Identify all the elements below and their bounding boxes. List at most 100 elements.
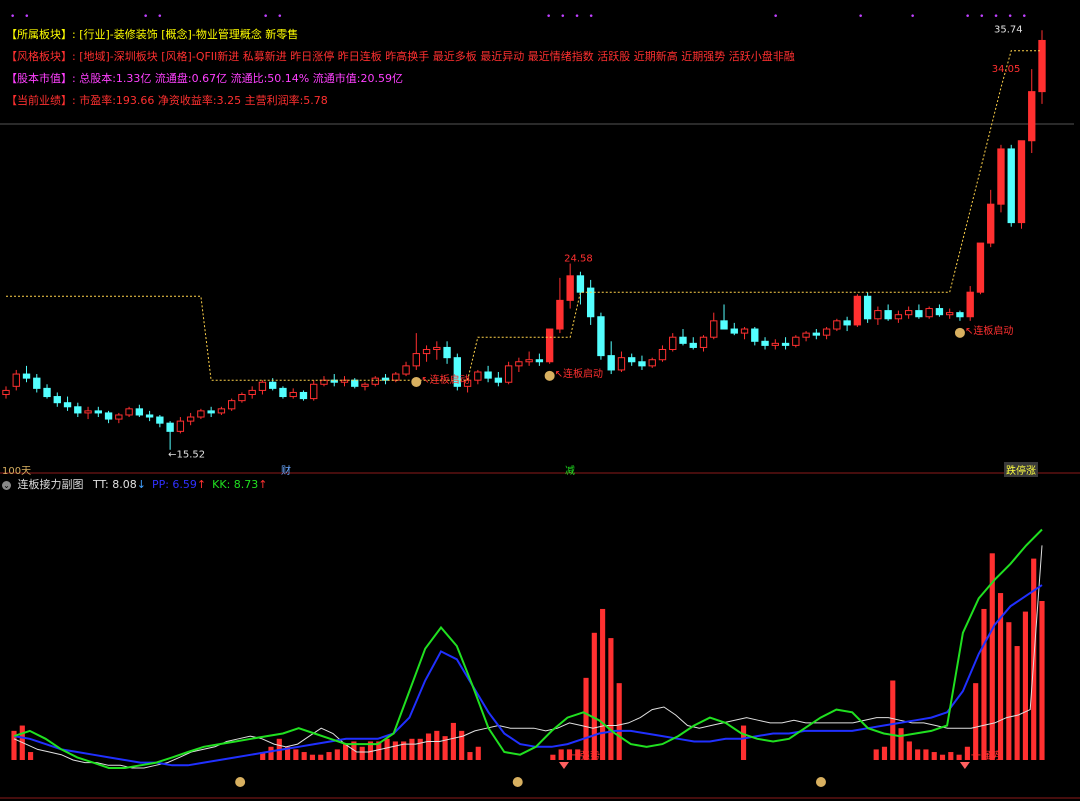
sub-bar	[1006, 622, 1012, 760]
candle-body	[135, 408, 144, 416]
candle-body	[607, 355, 615, 371]
candle-body	[966, 291, 974, 318]
candle-body	[494, 377, 503, 383]
sub-chart-title[interactable]: 连板接力副图	[18, 478, 84, 491]
candle-body	[699, 336, 708, 348]
candle-body	[269, 381, 277, 389]
candle-body	[802, 332, 810, 338]
info-row-label: 【所属板块】:	[6, 28, 76, 41]
sub-bar	[417, 738, 423, 760]
candle-body	[371, 377, 379, 385]
sub-signal-label: 一强势	[971, 749, 1001, 762]
sub-high-price-label: 34.05	[992, 64, 1021, 75]
candle-body	[1007, 148, 1015, 224]
candle-body	[94, 410, 102, 414]
candle-body	[289, 391, 297, 398]
candle-body	[22, 373, 31, 379]
candle-body	[238, 394, 246, 402]
candle-body	[279, 387, 287, 398]
sub-bar	[409, 738, 415, 760]
candle-body	[402, 365, 410, 375]
candle-body	[997, 148, 1005, 205]
info-row-value: 市盈率:193.66 净资收益率:3.25 主营利润率:5.78	[75, 94, 328, 107]
sub-bar	[931, 752, 937, 760]
sub-bar	[268, 746, 274, 760]
candle-body	[166, 422, 174, 432]
sub-bar	[343, 744, 349, 760]
sub-bar	[392, 741, 398, 760]
candle-body	[186, 416, 195, 422]
candle-body	[197, 410, 205, 418]
candle-body	[53, 396, 61, 404]
sub-bar	[981, 608, 987, 760]
candle-body	[504, 365, 513, 383]
collapse-icon[interactable]: ⌄	[2, 481, 11, 490]
candle-body	[104, 412, 113, 420]
money-bag-icon	[411, 376, 422, 387]
candle-body	[299, 391, 308, 400]
candle-body	[535, 359, 544, 363]
candle-body	[556, 299, 564, 330]
sub-bar	[890, 680, 896, 760]
candle-body	[33, 377, 41, 389]
candle-body	[628, 357, 636, 363]
candle-body	[822, 328, 831, 336]
sub-bar	[459, 730, 465, 760]
sub-bar	[326, 752, 332, 760]
candle-body	[43, 387, 51, 398]
candle-body	[720, 320, 728, 330]
candle-body	[217, 408, 226, 414]
candle-body	[648, 359, 656, 367]
high-price-label: 35.74	[994, 24, 1023, 35]
indicator-value: KK: 8.73↑	[212, 478, 268, 491]
sub-bar	[898, 728, 904, 760]
info-row: 【所属板块】: [行业]-装修装饰 [概念]-物业管理概念 新零售	[6, 26, 298, 42]
dot-marker-4: • • • •	[546, 12, 597, 22]
candle-body	[176, 420, 185, 432]
candle-body	[792, 336, 800, 346]
candle-body	[248, 389, 256, 396]
candle-body	[422, 348, 431, 355]
sub-bar	[973, 683, 979, 760]
signal-label: ↖连板启动	[965, 324, 1013, 337]
candle-body	[115, 414, 123, 420]
candle-body	[515, 361, 523, 367]
sub-bar	[434, 730, 440, 760]
candle-body	[884, 310, 892, 320]
sub-bar	[964, 746, 970, 760]
sub-bar	[600, 608, 606, 760]
candle-body	[761, 340, 769, 346]
info-row: 【风格板块】: [地域]-深圳板块 [风格]-QFII新进 私募新进 昨日涨停 …	[6, 48, 795, 64]
sub-bar	[450, 722, 456, 760]
candle-body	[361, 383, 369, 387]
info-row-label: 【风格板块】:	[6, 50, 76, 63]
sub-bar	[915, 749, 921, 760]
candle-body	[310, 383, 318, 400]
candle-body	[833, 320, 841, 330]
candle-body	[843, 320, 851, 326]
sub-bar	[28, 752, 34, 760]
stock-chart-canvas: 35.74 34.05 24.58 ←15.52 ↖连板启动 ↖连板启动 ↖连板启动 一强…	[0, 0, 1080, 801]
candle-body	[412, 353, 420, 367]
event-marker-jian[interactable]: 减	[565, 462, 575, 477]
sub-bar	[359, 746, 365, 760]
sub-bar	[425, 733, 432, 760]
dot-marker-5: •	[773, 12, 782, 22]
candle-body	[227, 400, 236, 410]
candle-body	[638, 361, 646, 367]
indicator-value: TT: 8.08↓	[93, 478, 146, 491]
candle-body	[1038, 39, 1046, 93]
sub-bar	[467, 752, 473, 760]
event-marker-cai[interactable]: 财	[281, 462, 291, 477]
candle-body	[751, 328, 759, 342]
sub-bar	[301, 752, 307, 760]
candle-body	[12, 373, 20, 387]
sub-bar	[616, 683, 622, 760]
period-label: 100天	[2, 466, 32, 477]
sub-bar	[881, 746, 888, 760]
indicator-arrow: ↓	[136, 478, 146, 491]
info-row-value: [行业]-装修装饰 [概念]-物业管理概念 新零售	[75, 28, 299, 41]
event-marker-limit[interactable]: 跌停涨	[1004, 462, 1038, 477]
candle-body	[597, 316, 605, 357]
candle-body	[1017, 140, 1026, 224]
